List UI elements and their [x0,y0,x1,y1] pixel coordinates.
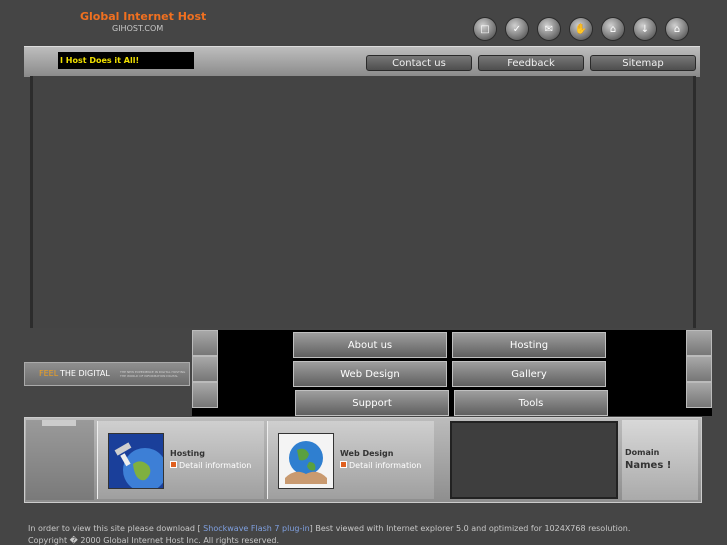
service-web-design[interactable]: Web Design Detail information [267,421,434,499]
detail-text: Detail information [179,461,252,470]
check-icon[interactable]: ✓ [506,18,528,40]
nav-hosting[interactable]: Hosting [452,332,606,358]
nav-cap-right [686,330,712,356]
chat-icon[interactable]: □ [474,18,496,40]
flash-plugin-link[interactable]: Shockwave Flash 7 plug-in [203,524,310,533]
bullet-icon [340,461,347,468]
domain-names-panel[interactable]: Domain Names ! [622,420,698,500]
footer-post: ] Best viewed with Internet explorer 5.0… [309,524,631,533]
footer-pre: In order to view this site please downlo… [28,524,204,533]
globe-hands-image [278,433,334,489]
nav-tools[interactable]: Tools [454,390,608,416]
bottom-left-panel [26,420,94,500]
detail-link[interactable]: Detail information [340,461,421,470]
footer-copyright: Copyright � 2000 Global Internet Host In… [28,536,279,545]
nav-cap-right [686,382,712,408]
the-digital-text: THE DIGITAL [60,369,110,378]
nav-web-design[interactable]: Web Design [293,361,447,387]
feedback-button[interactable]: Feedback [478,55,584,71]
nav-support[interactable]: Support [295,390,449,416]
panel-tab [42,420,76,426]
nav-cap-left [192,356,218,382]
nav-gallery[interactable]: Gallery [452,361,606,387]
domain-label: Domain [625,448,660,457]
dark-display-box [450,421,618,499]
download-icon[interactable]: ↓ [634,18,656,40]
bullet-icon [170,461,177,468]
names-label: Names ! [625,460,672,471]
sitemap-button[interactable]: Sitemap [590,55,696,71]
house-icon[interactable]: ⌂ [666,18,688,40]
fine-print: THE NEW EXPERIENCE IN DIGITAL HOSTING TH… [120,370,186,378]
nav-cap-right [686,356,712,382]
contact-button[interactable]: Contact us [366,55,472,71]
hand-icon[interactable]: ✋ [570,18,592,40]
detail-link[interactable]: Detail information [170,461,251,470]
footer-download-note: In order to view this site please downlo… [28,524,630,533]
satellite-earth-image [108,433,167,492]
top-icon-bar: □ ✓ ✉ ✋ ⌂ ↓ ⌂ [474,18,688,40]
service-hosting[interactable]: Hosting Detail information [97,421,264,499]
main-content-panel [30,76,696,328]
feel-the-digital-banner: FEEL THE DIGITAL THE NEW EXPERIENCE IN D… [24,362,190,386]
tagline: I Host Does it All! [58,52,194,69]
brand-subtitle: GIHOST.COM [112,24,164,33]
nav-cap-left [192,330,218,356]
brand-title: Global Internet Host [80,10,207,23]
nav-about-us[interactable]: About us [293,332,447,358]
nav-cap-left [192,382,218,408]
service-title: Hosting [170,449,205,458]
feel-text: FEEL [39,369,59,378]
mail-icon[interactable]: ✉ [538,18,560,40]
detail-text: Detail information [349,461,422,470]
home-icon[interactable]: ⌂ [602,18,624,40]
service-title: Web Design [340,449,394,458]
